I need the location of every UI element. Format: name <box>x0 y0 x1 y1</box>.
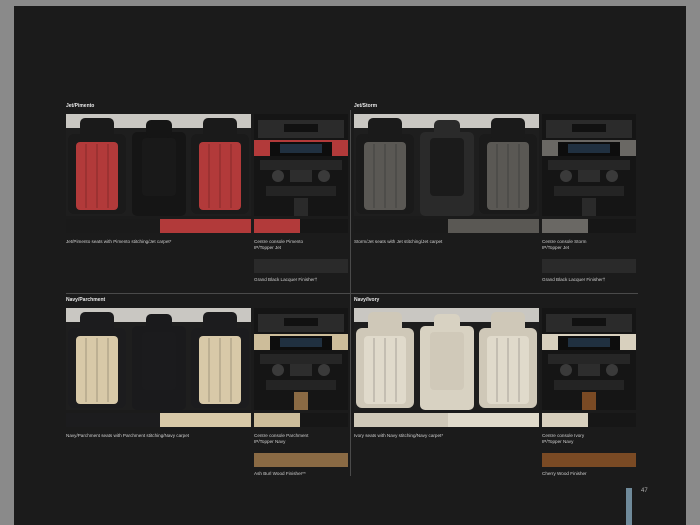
finisher-swatch <box>542 259 636 273</box>
quadrant-title: Jet/Storm <box>354 103 378 109</box>
quadrant-jet-storm: Jet/Storm Storm/Jet seats with Jet stitc… <box>354 103 636 288</box>
finisher-caption: Grand Black Lacquer Finisher† <box>542 277 606 282</box>
seat-caption: Navy/Parchment seats with Parchment stit… <box>66 433 190 438</box>
finisher-caption: Cherry Wood Finisher <box>542 471 587 476</box>
console-swatch-dark <box>300 219 348 233</box>
console-swatch-dark <box>588 219 636 233</box>
brochure-page: Jet/Pimento Jet/Pimento seats with Pimen… <box>14 6 686 525</box>
finisher-swatch <box>542 453 636 467</box>
console-photo <box>254 308 348 410</box>
console-photo <box>542 308 636 410</box>
horizontal-divider <box>66 293 638 294</box>
console-caption-line2: IP/Topper Navy <box>542 439 574 444</box>
console-swatch <box>542 413 588 427</box>
console-swatch <box>542 219 588 233</box>
finisher-caption: Ash Burl Wood Finisher** <box>254 471 306 476</box>
seat-swatch-color <box>160 413 251 427</box>
seat-photo <box>66 114 251 216</box>
seat-swatch-color <box>160 219 251 233</box>
finisher-swatch <box>254 453 348 467</box>
page-tab-marker <box>626 488 632 525</box>
quadrant-navy-parchment: Navy/Parchment Navy/Parchment seats with… <box>66 297 348 482</box>
console-photo <box>254 114 348 216</box>
seat-swatch-dark <box>354 219 448 233</box>
console-swatch <box>254 413 300 427</box>
seat-photo <box>66 308 251 410</box>
seat-swatch-dark <box>354 413 448 427</box>
seat-photo <box>354 114 539 216</box>
quadrant-navy-ivory: Navy/Ivory Ivory seats with Navy stitchi… <box>354 297 636 482</box>
console-photo <box>542 114 636 216</box>
console-swatch-dark <box>588 413 636 427</box>
console-caption-line2: IP/Topper Jet <box>254 245 282 250</box>
quadrant-jet-pimento: Jet/Pimento Jet/Pimento seats with Pimen… <box>66 103 348 288</box>
seat-caption: Jet/Pimento seats with Pimento stitching… <box>66 239 172 244</box>
seat-photo <box>354 308 539 410</box>
quadrant-title: Navy/Parchment <box>66 297 106 303</box>
console-caption-line2: IP/Topper Jet <box>542 245 570 250</box>
seat-swatch-dark <box>66 413 160 427</box>
finisher-caption: Grand Black Lacquer Finisher† <box>254 277 318 282</box>
seat-swatch-color <box>448 219 539 233</box>
console-caption-line2: IP/Topper Navy <box>254 439 286 444</box>
page-number: 47 <box>641 488 648 494</box>
finisher-swatch <box>254 259 348 273</box>
seat-swatch-dark <box>66 219 160 233</box>
console-swatch <box>254 219 300 233</box>
console-swatch-dark <box>300 413 348 427</box>
seat-swatch-color <box>448 413 539 427</box>
seat-caption: Storm/Jet seats with Jet stitching/Jet c… <box>354 239 443 244</box>
quadrant-title: Navy/Ivory <box>354 297 380 303</box>
quadrant-title: Jet/Pimento <box>66 103 95 109</box>
seat-caption: Ivory seats with Navy stitching/Navy car… <box>354 433 444 438</box>
